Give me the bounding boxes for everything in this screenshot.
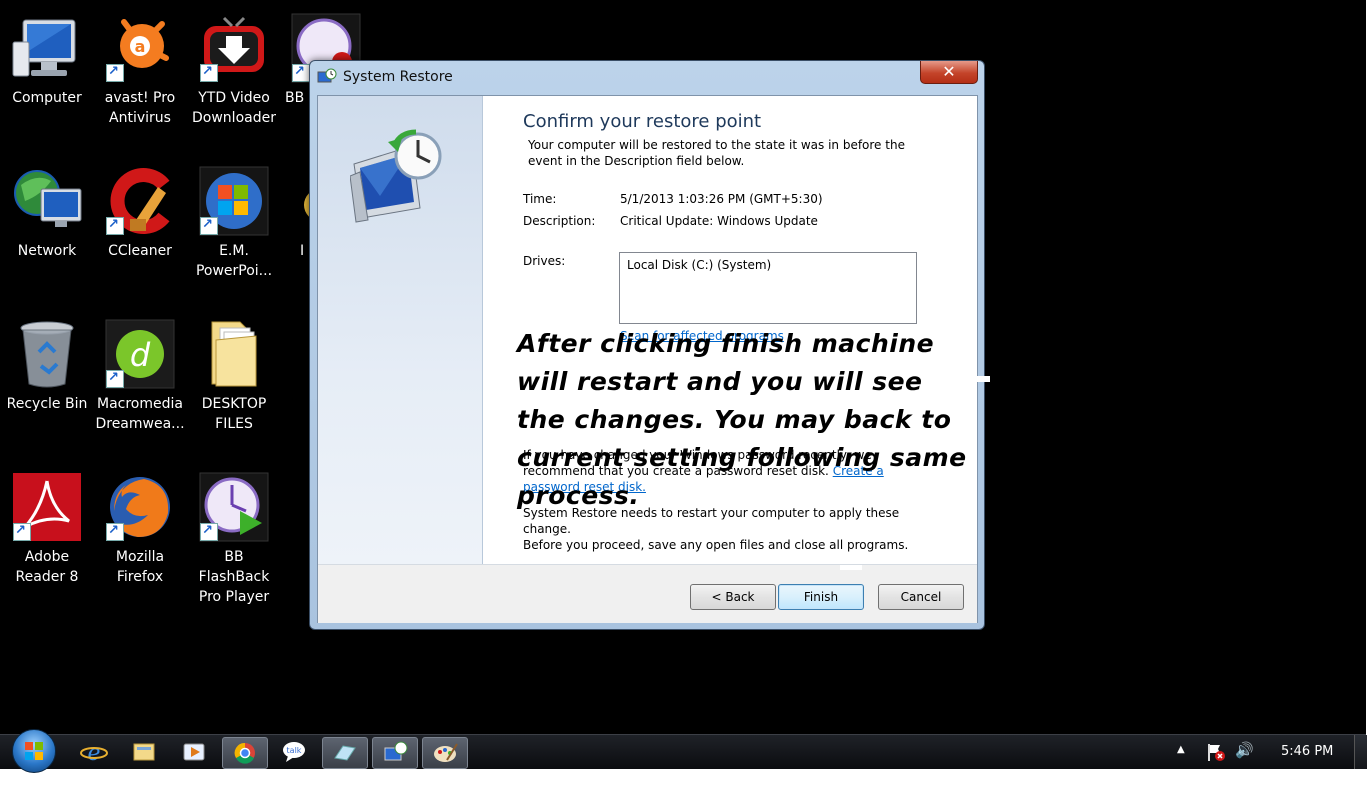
annotation-note: After clicking finish machine will resta… bbox=[517, 329, 967, 510]
description-label: Description: bbox=[523, 214, 596, 228]
taskbar-app-button[interactable] bbox=[322, 737, 368, 769]
desktop-icon-label: Adobe Reader 8 bbox=[15, 549, 79, 585]
svg-text:a: a bbox=[135, 37, 146, 56]
show-hidden-icons-button[interactable]: ▲ bbox=[1177, 744, 1185, 755]
desktop-icon-adobe-reader[interactable]: Adobe Reader 8 bbox=[0, 471, 94, 587]
media-player-icon bbox=[183, 743, 205, 761]
desktop-icon-label: DESKTOP FILES bbox=[201, 396, 267, 432]
drives-label: Drives: bbox=[523, 254, 566, 268]
shortcut-arrow-icon bbox=[106, 368, 124, 388]
shortcut-arrow-icon bbox=[13, 521, 31, 541]
screen-edge-bottom bbox=[0, 768, 1372, 788]
desktop-icon-ccleaner[interactable]: CCleaner bbox=[93, 165, 187, 261]
desktop-icon-label: YTD Video Downloader bbox=[192, 90, 276, 126]
volume-icon[interactable]: 🔊 bbox=[1235, 741, 1254, 759]
taskbar-chrome-button[interactable] bbox=[222, 737, 268, 769]
desktop-icon-label: CCleaner bbox=[108, 243, 172, 259]
google-talk-icon: talk bbox=[283, 742, 305, 762]
system-restore-title-icon bbox=[317, 68, 337, 86]
window-titlebar[interactable]: System Restore ✕ bbox=[310, 61, 984, 95]
svg-text:d: d bbox=[130, 336, 151, 374]
cancel-button[interactable]: Cancel bbox=[878, 584, 964, 610]
internet-explorer-icon: e bbox=[80, 741, 108, 766]
desktop-icon-label: BB FlashBack Pro Player bbox=[198, 549, 270, 605]
taskbar-system-restore-button[interactable] bbox=[372, 737, 418, 769]
desktop-icon-label: Mozilla Firefox bbox=[115, 549, 165, 585]
system-clock[interactable]: 5:46 PM bbox=[1281, 744, 1333, 759]
time-label: Time: bbox=[523, 192, 557, 206]
recycle-bin-icon bbox=[11, 318, 83, 390]
page-heading: Confirm your restore point bbox=[523, 111, 762, 132]
folder-icon bbox=[133, 743, 155, 761]
desktop-icon-dreamweaver[interactable]: d Macromedia Dreamwea... bbox=[93, 318, 187, 434]
intro-text: Your computer will be restored to the st… bbox=[528, 138, 905, 168]
taskbar-explorer-button[interactable] bbox=[122, 737, 166, 767]
desktop-icon-avast[interactable]: a avast! Pro Antivirus bbox=[93, 12, 187, 128]
shortcut-arrow-icon bbox=[106, 521, 124, 541]
window-app-icon bbox=[334, 745, 356, 761]
finish-button[interactable]: Finish bbox=[778, 584, 864, 610]
close-button[interactable]: ✕ bbox=[920, 61, 978, 84]
chrome-icon bbox=[234, 742, 255, 764]
network-icon bbox=[11, 165, 83, 237]
adobe-reader-icon bbox=[11, 471, 83, 543]
desktop-icon-label: Recycle Bin bbox=[6, 396, 88, 412]
desktop-icon-recycle-bin[interactable]: Recycle Bin bbox=[0, 318, 94, 414]
desktop-icon-label: Network bbox=[17, 243, 77, 259]
system-restore-hero-icon bbox=[349, 126, 450, 226]
taskbar-gtalk-button[interactable]: talk bbox=[272, 737, 316, 767]
desktop-icon-ytd-downloader[interactable]: YTD Video Downloader bbox=[187, 12, 281, 128]
dreamweaver-icon: d bbox=[104, 318, 176, 390]
shortcut-arrow-icon bbox=[200, 521, 218, 541]
avast-icon: a bbox=[104, 12, 176, 84]
firefox-icon bbox=[104, 471, 176, 543]
shortcut-arrow-icon bbox=[200, 62, 218, 82]
windows-logo-icon bbox=[25, 742, 43, 760]
taskbar-paint-button[interactable] bbox=[422, 737, 468, 769]
shortcut-arrow-icon bbox=[200, 215, 218, 235]
taskbar: e talk ▲ 🔊 5:46 PM bbox=[0, 729, 1367, 773]
back-button[interactable]: < Back bbox=[690, 584, 776, 610]
close-icon: ✕ bbox=[942, 62, 956, 81]
desktop-icon-network[interactable]: Network bbox=[0, 165, 94, 261]
window-title: System Restore bbox=[343, 69, 453, 85]
em-powerpoint-icon bbox=[198, 165, 270, 237]
start-button[interactable] bbox=[12, 729, 56, 773]
show-desktop-button[interactable] bbox=[1354, 735, 1367, 769]
taskbar-ie-button[interactable]: e bbox=[72, 737, 116, 767]
desktop-icon-label: E.M. PowerPoi... bbox=[195, 243, 273, 279]
svg-text:e: e bbox=[87, 741, 100, 766]
description-value: Critical Update: Windows Update bbox=[620, 214, 818, 228]
wizard-footer: < Back Finish Cancel bbox=[318, 564, 977, 623]
annotation-mark bbox=[976, 376, 990, 382]
drives-list[interactable]: Local Disk (C:) (System) bbox=[619, 252, 917, 324]
time-value: 5/1/2013 1:03:26 PM (GMT+5:30) bbox=[620, 192, 823, 206]
drive-item[interactable]: Local Disk (C:) (System) bbox=[627, 258, 771, 272]
desktop-icon-computer[interactable]: Computer bbox=[0, 12, 94, 108]
desktop-icon-label: avast! Pro Antivirus bbox=[104, 90, 176, 126]
desktop-icon-desktop-files[interactable]: DESKTOP FILES bbox=[187, 318, 281, 434]
desktop-icon-label: Computer bbox=[12, 90, 82, 106]
desktop-icon-em-powerpoint[interactable]: E.M. PowerPoi... bbox=[187, 165, 281, 281]
shortcut-arrow-icon bbox=[106, 215, 124, 235]
folder-icon bbox=[198, 318, 270, 390]
taskbar-media-player-button[interactable] bbox=[172, 737, 216, 767]
desktop-icon-label: Macromedia Dreamwea... bbox=[95, 396, 185, 432]
screen-edge-right bbox=[1366, 0, 1372, 788]
action-center-flag-icon[interactable] bbox=[1206, 742, 1226, 762]
desktop-icon-firefox[interactable]: Mozilla Firefox bbox=[93, 471, 187, 587]
wizard-side-panel bbox=[318, 96, 483, 564]
bb-flashback-player-icon bbox=[198, 471, 270, 543]
annotation-mark bbox=[840, 565, 862, 570]
paint-icon bbox=[434, 743, 458, 762]
shortcut-arrow-icon bbox=[292, 62, 310, 82]
svg-text:talk: talk bbox=[287, 746, 302, 755]
ccleaner-icon bbox=[104, 165, 176, 237]
desktop-icon-bb-flashback-player[interactable]: BB FlashBack Pro Player bbox=[187, 471, 281, 607]
system-restore-icon bbox=[384, 741, 408, 761]
ytd-downloader-icon bbox=[198, 12, 270, 84]
shortcut-arrow-icon bbox=[106, 62, 124, 82]
computer-icon bbox=[11, 12, 83, 84]
